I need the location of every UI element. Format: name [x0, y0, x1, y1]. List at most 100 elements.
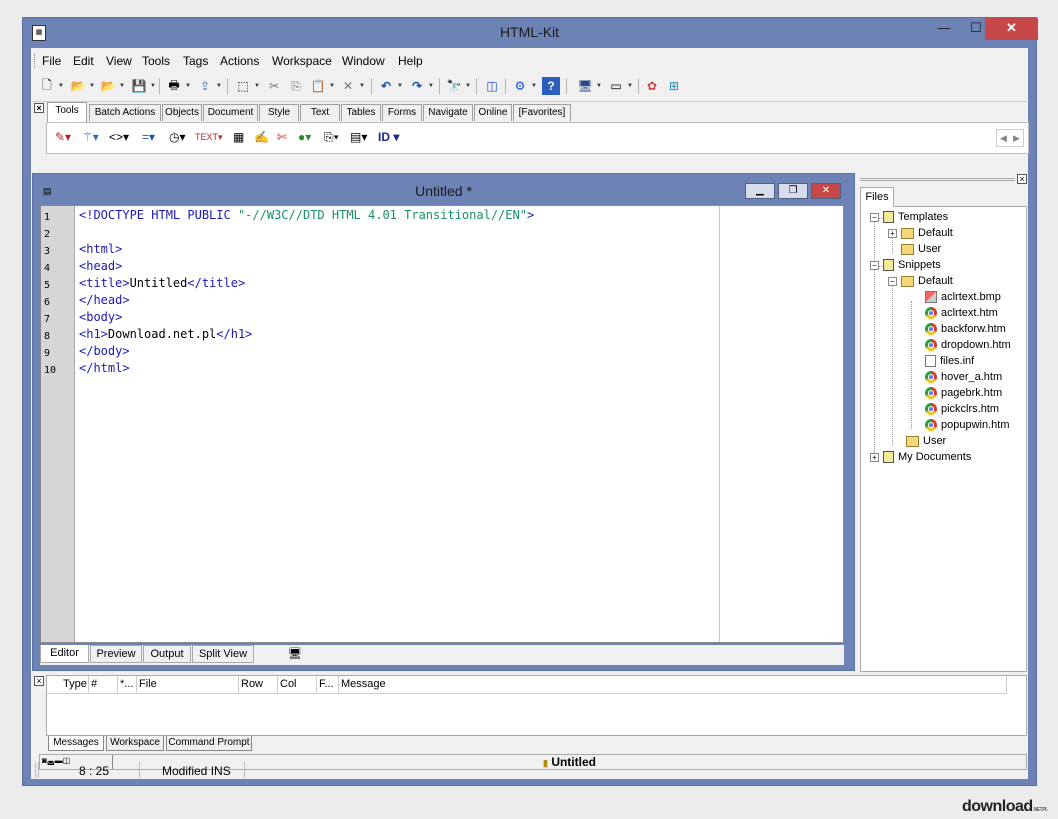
- tree-templates[interactable]: − Templates: [870, 211, 948, 223]
- col-f[interactable]: F...: [317, 676, 339, 694]
- tab-text[interactable]: Text: [300, 104, 340, 121]
- network-icon[interactable]: ⚙: [511, 77, 529, 95]
- tab-command-prompt[interactable]: Command Prompt: [166, 736, 252, 751]
- tab-online[interactable]: Online: [474, 104, 512, 121]
- tab-batch-actions[interactable]: Batch Actions: [89, 104, 161, 121]
- menu-help[interactable]: Help: [398, 54, 423, 68]
- id-button[interactable]: ID ▾: [378, 130, 399, 144]
- save-icon[interactable]: 💾: [130, 77, 148, 95]
- tab-document[interactable]: Document: [203, 104, 258, 121]
- tree-file[interactable]: dropdown.htm: [925, 339, 1011, 351]
- clock-icon[interactable]: ◷▾: [169, 130, 186, 144]
- window-icon[interactable]: ▭: [607, 77, 625, 95]
- tree-templates-default[interactable]: + Default: [888, 227, 953, 239]
- tree-my-documents[interactable]: + My Documents: [870, 451, 971, 463]
- close-icon[interactable]: ×: [1017, 174, 1027, 184]
- undo-icon[interactable]: ↶: [377, 77, 395, 95]
- tree-file[interactable]: popupwin.htm: [925, 419, 1010, 431]
- collapse-icon[interactable]: −: [888, 276, 897, 286]
- menu-file[interactable]: File: [42, 54, 61, 68]
- new-file-icon[interactable]: 🗋: [38, 77, 56, 95]
- chevron-down-icon[interactable]: ▼: [119, 83, 125, 89]
- doc-close-button[interactable]: ✕: [811, 183, 841, 199]
- messages-list[interactable]: Type # *... File Row Col F... Message: [46, 675, 1027, 736]
- tree-file[interactable]: backforw.htm: [925, 323, 1006, 335]
- cut-icon[interactable]: ✂: [265, 77, 283, 95]
- close-icon[interactable]: ×: [34, 676, 44, 686]
- equals-icon[interactable]: =▾: [142, 130, 155, 144]
- tree-file[interactable]: pickclrs.htm: [925, 403, 999, 415]
- chevron-down-icon[interactable]: ▼: [58, 83, 64, 89]
- tag-brackets-icon[interactable]: <>▾: [109, 130, 129, 144]
- find-icon[interactable]: 🔭: [445, 77, 463, 95]
- col-row[interactable]: Row: [239, 676, 278, 694]
- expand-icon[interactable]: +: [888, 228, 897, 238]
- col-type[interactable]: Type: [61, 676, 89, 694]
- form-icon[interactable]: ▤▾: [350, 130, 367, 144]
- tree-file[interactable]: files.inf: [925, 355, 974, 367]
- expand-icon[interactable]: +: [870, 452, 879, 462]
- tab-tools[interactable]: Tools: [47, 102, 87, 122]
- chevron-down-icon[interactable]: ▼: [428, 83, 434, 89]
- chevron-down-icon[interactable]: ▼: [89, 83, 95, 89]
- tree-snippets-default[interactable]: − Default: [888, 275, 953, 287]
- redo-icon[interactable]: ↷: [408, 77, 426, 95]
- tab-messages[interactable]: Messages: [48, 736, 104, 751]
- chevron-down-icon[interactable]: ▼: [596, 83, 602, 89]
- browser-preview-icon[interactable]: 🖥: [288, 647, 302, 660]
- code-editor[interactable]: 1 2 3 4 5 6 7 8 9 10 <!DOCTYPE HTML PUBL…: [40, 205, 844, 643]
- col-message[interactable]: Message: [339, 676, 1007, 694]
- tab-forms[interactable]: Forms: [382, 104, 422, 121]
- tree-templates-user[interactable]: User: [901, 243, 941, 255]
- plugin-icon[interactable]: ✿: [643, 77, 661, 95]
- tree-snippets-user[interactable]: User: [906, 435, 946, 447]
- menu-edit[interactable]: Edit: [73, 54, 94, 68]
- menu-window[interactable]: Window: [342, 54, 385, 68]
- menu-workspace[interactable]: Workspace: [272, 54, 332, 68]
- menu-tags[interactable]: Tags: [183, 54, 208, 68]
- tab-editor[interactable]: Editor: [40, 645, 89, 663]
- tab-objects[interactable]: Objects: [162, 104, 202, 121]
- menu-view[interactable]: View: [106, 54, 132, 68]
- chevron-down-icon[interactable]: ▼: [216, 83, 222, 89]
- doc-minimize-button[interactable]: ▁: [745, 183, 775, 199]
- tree-file[interactable]: hover_a.htm: [925, 371, 1002, 383]
- chevron-down-icon[interactable]: ▼: [465, 83, 471, 89]
- brush-icon[interactable]: ✎▾: [55, 130, 71, 144]
- edit-icon[interactable]: ✍: [254, 130, 269, 144]
- monitor-icon[interactable]: 🖥: [576, 77, 594, 95]
- toolbar-scroll[interactable]: ◀ ▶: [996, 129, 1024, 147]
- panel-grip[interactable]: [860, 178, 1015, 181]
- tree-file[interactable]: aclrtext.htm: [925, 307, 998, 319]
- chevron-down-icon[interactable]: ▼: [254, 83, 260, 89]
- tree-file[interactable]: aclrtext.bmp: [925, 291, 1001, 303]
- chevron-down-icon[interactable]: ▼: [150, 83, 156, 89]
- chevron-down-icon[interactable]: ▼: [531, 83, 537, 89]
- open-folder-icon[interactable]: 📂: [69, 77, 87, 95]
- print-icon[interactable]: 🖶: [165, 77, 183, 95]
- chevron-down-icon[interactable]: ▼: [185, 83, 191, 89]
- color-icon[interactable]: ●▾: [298, 130, 311, 144]
- tab-tables[interactable]: Tables: [341, 104, 381, 121]
- open-recent-icon[interactable]: 📂: [99, 77, 117, 95]
- link-icon[interactable]: ✄: [277, 130, 287, 144]
- doc-restore-button[interactable]: ❐: [778, 183, 808, 199]
- tab-workspace[interactable]: Workspace: [106, 736, 164, 751]
- tab-favorites[interactable]: [Favorites]: [513, 104, 571, 121]
- arrow-right-icon[interactable]: ▶: [1013, 133, 1020, 144]
- title-bar[interactable]: ▦ HTML-Kit — ☐ ✕: [23, 18, 1038, 48]
- tree-file[interactable]: pagebrk.htm: [925, 387, 1002, 399]
- col-flag[interactable]: *...: [118, 676, 137, 694]
- tab-style[interactable]: Style: [259, 104, 299, 121]
- select-icon[interactable]: ⬚: [234, 77, 252, 95]
- tab-split-view[interactable]: Split View: [192, 645, 254, 663]
- help-icon[interactable]: ?: [542, 77, 560, 95]
- publish-icon[interactable]: ⇪: [196, 77, 214, 95]
- collapse-icon[interactable]: −: [870, 260, 879, 270]
- menubar-grip[interactable]: [34, 54, 37, 68]
- menu-actions[interactable]: Actions: [220, 54, 259, 68]
- wand-icon[interactable]: ⚚▾: [82, 130, 99, 144]
- arrow-left-icon[interactable]: ◀: [1000, 133, 1007, 144]
- chevron-down-icon[interactable]: ▼: [329, 83, 335, 89]
- delete-icon[interactable]: ✕: [339, 77, 357, 95]
